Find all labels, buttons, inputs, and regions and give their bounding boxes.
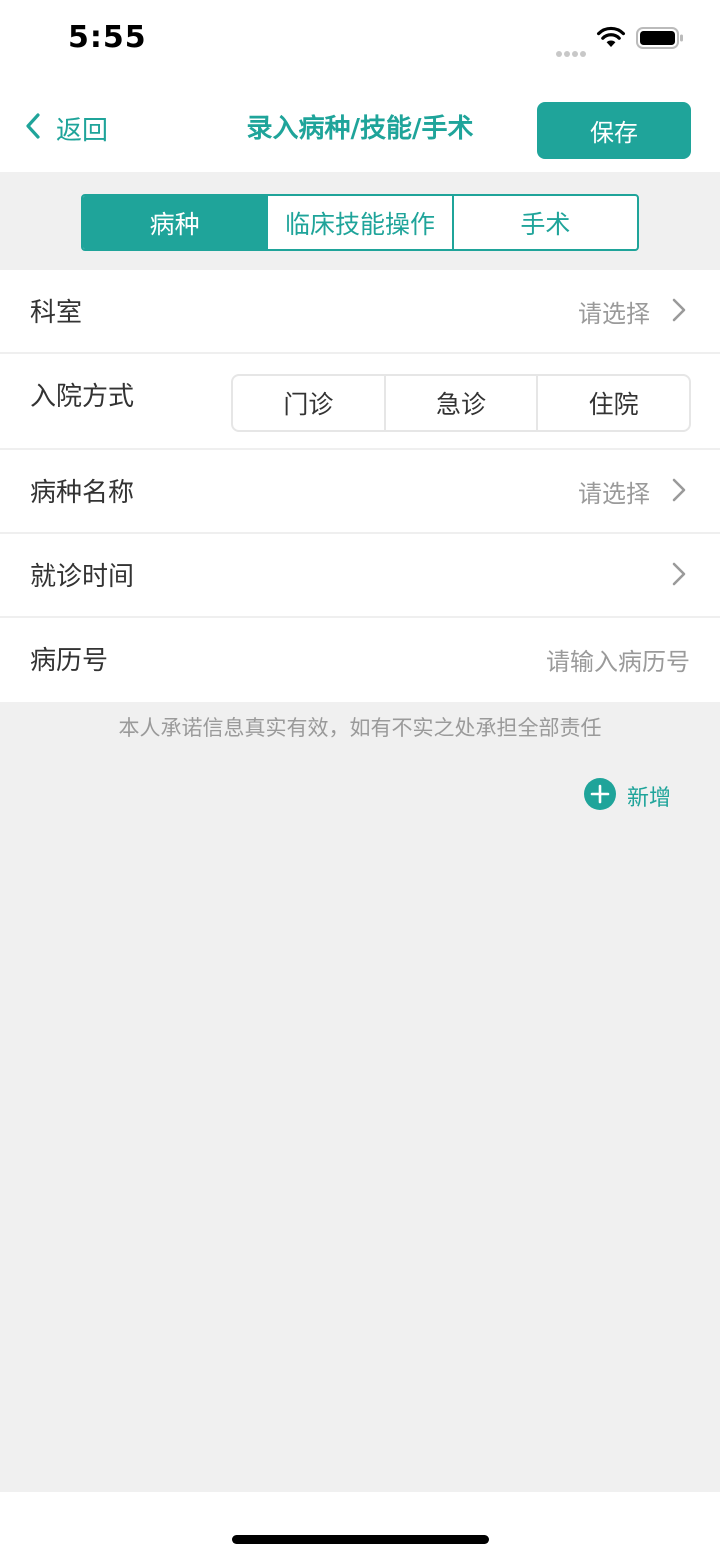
tab-disease[interactable]: 病种 [83,196,267,249]
status-bar: 5:55 [0,0,720,80]
chevron-right-icon [672,298,686,326]
category-tabs: 病种 临床技能操作 手术 [81,194,639,251]
nav-bar: 返回 录入病种/技能/手术 保存 [0,80,720,172]
admission-row: 入院方式 门诊 急诊 住院 [0,354,720,450]
admission-option-outpatient[interactable]: 门诊 [233,376,384,430]
record-number-input[interactable]: 请输入病历号 [546,642,690,677]
department-value: 请选择 [578,300,650,328]
disease-name-label: 病种名称 [30,478,135,508]
signal-icon [556,42,588,61]
record-number-row: 病历号 请输入病历号 [0,618,720,702]
department-label: 科室 [30,298,83,328]
plus-circle-icon [584,778,616,814]
entry-form: 科室 请选择 入院方式 门诊 急诊 住院 病种名称 请选择 就诊时间 病历号 请… [0,270,720,702]
chevron-left-icon [24,112,42,144]
battery-icon [636,27,684,53]
admission-option-emergency[interactable]: 急诊 [383,376,537,430]
tab-clinical-skills[interactable]: 临床技能操作 [266,196,451,249]
tab-surgery[interactable]: 手术 [451,196,637,249]
page-title: 录入病种/技能/手术 [246,114,474,144]
home-bar [0,1492,720,1558]
record-number-label: 病历号 [30,646,109,676]
disease-name-row[interactable]: 病种名称 请选择 [0,450,720,534]
chevron-right-icon [672,562,686,590]
admission-label: 入院方式 [30,382,135,412]
visit-time-label: 就诊时间 [30,562,135,592]
add-label: 新增 [627,786,672,811]
disease-name-value: 请选择 [578,480,650,508]
visit-time-row[interactable]: 就诊时间 [0,534,720,618]
back-label: 返回 [56,115,109,146]
admission-options: 门诊 急诊 住院 [231,374,691,432]
status-time: 5:55 [68,20,147,55]
back-button[interactable]: 返回 [24,108,108,148]
promise-notice: 本人承诺信息真实有效，如有不实之处承担全部责任 [118,716,602,740]
wifi-icon [596,26,626,52]
add-button[interactable]: 新增 [584,778,672,814]
chevron-right-icon [672,478,686,506]
home-indicator[interactable] [232,1535,489,1544]
admission-option-inpatient[interactable]: 住院 [536,376,689,430]
save-button[interactable]: 保存 [537,102,691,159]
department-row[interactable]: 科室 请选择 [0,270,720,354]
